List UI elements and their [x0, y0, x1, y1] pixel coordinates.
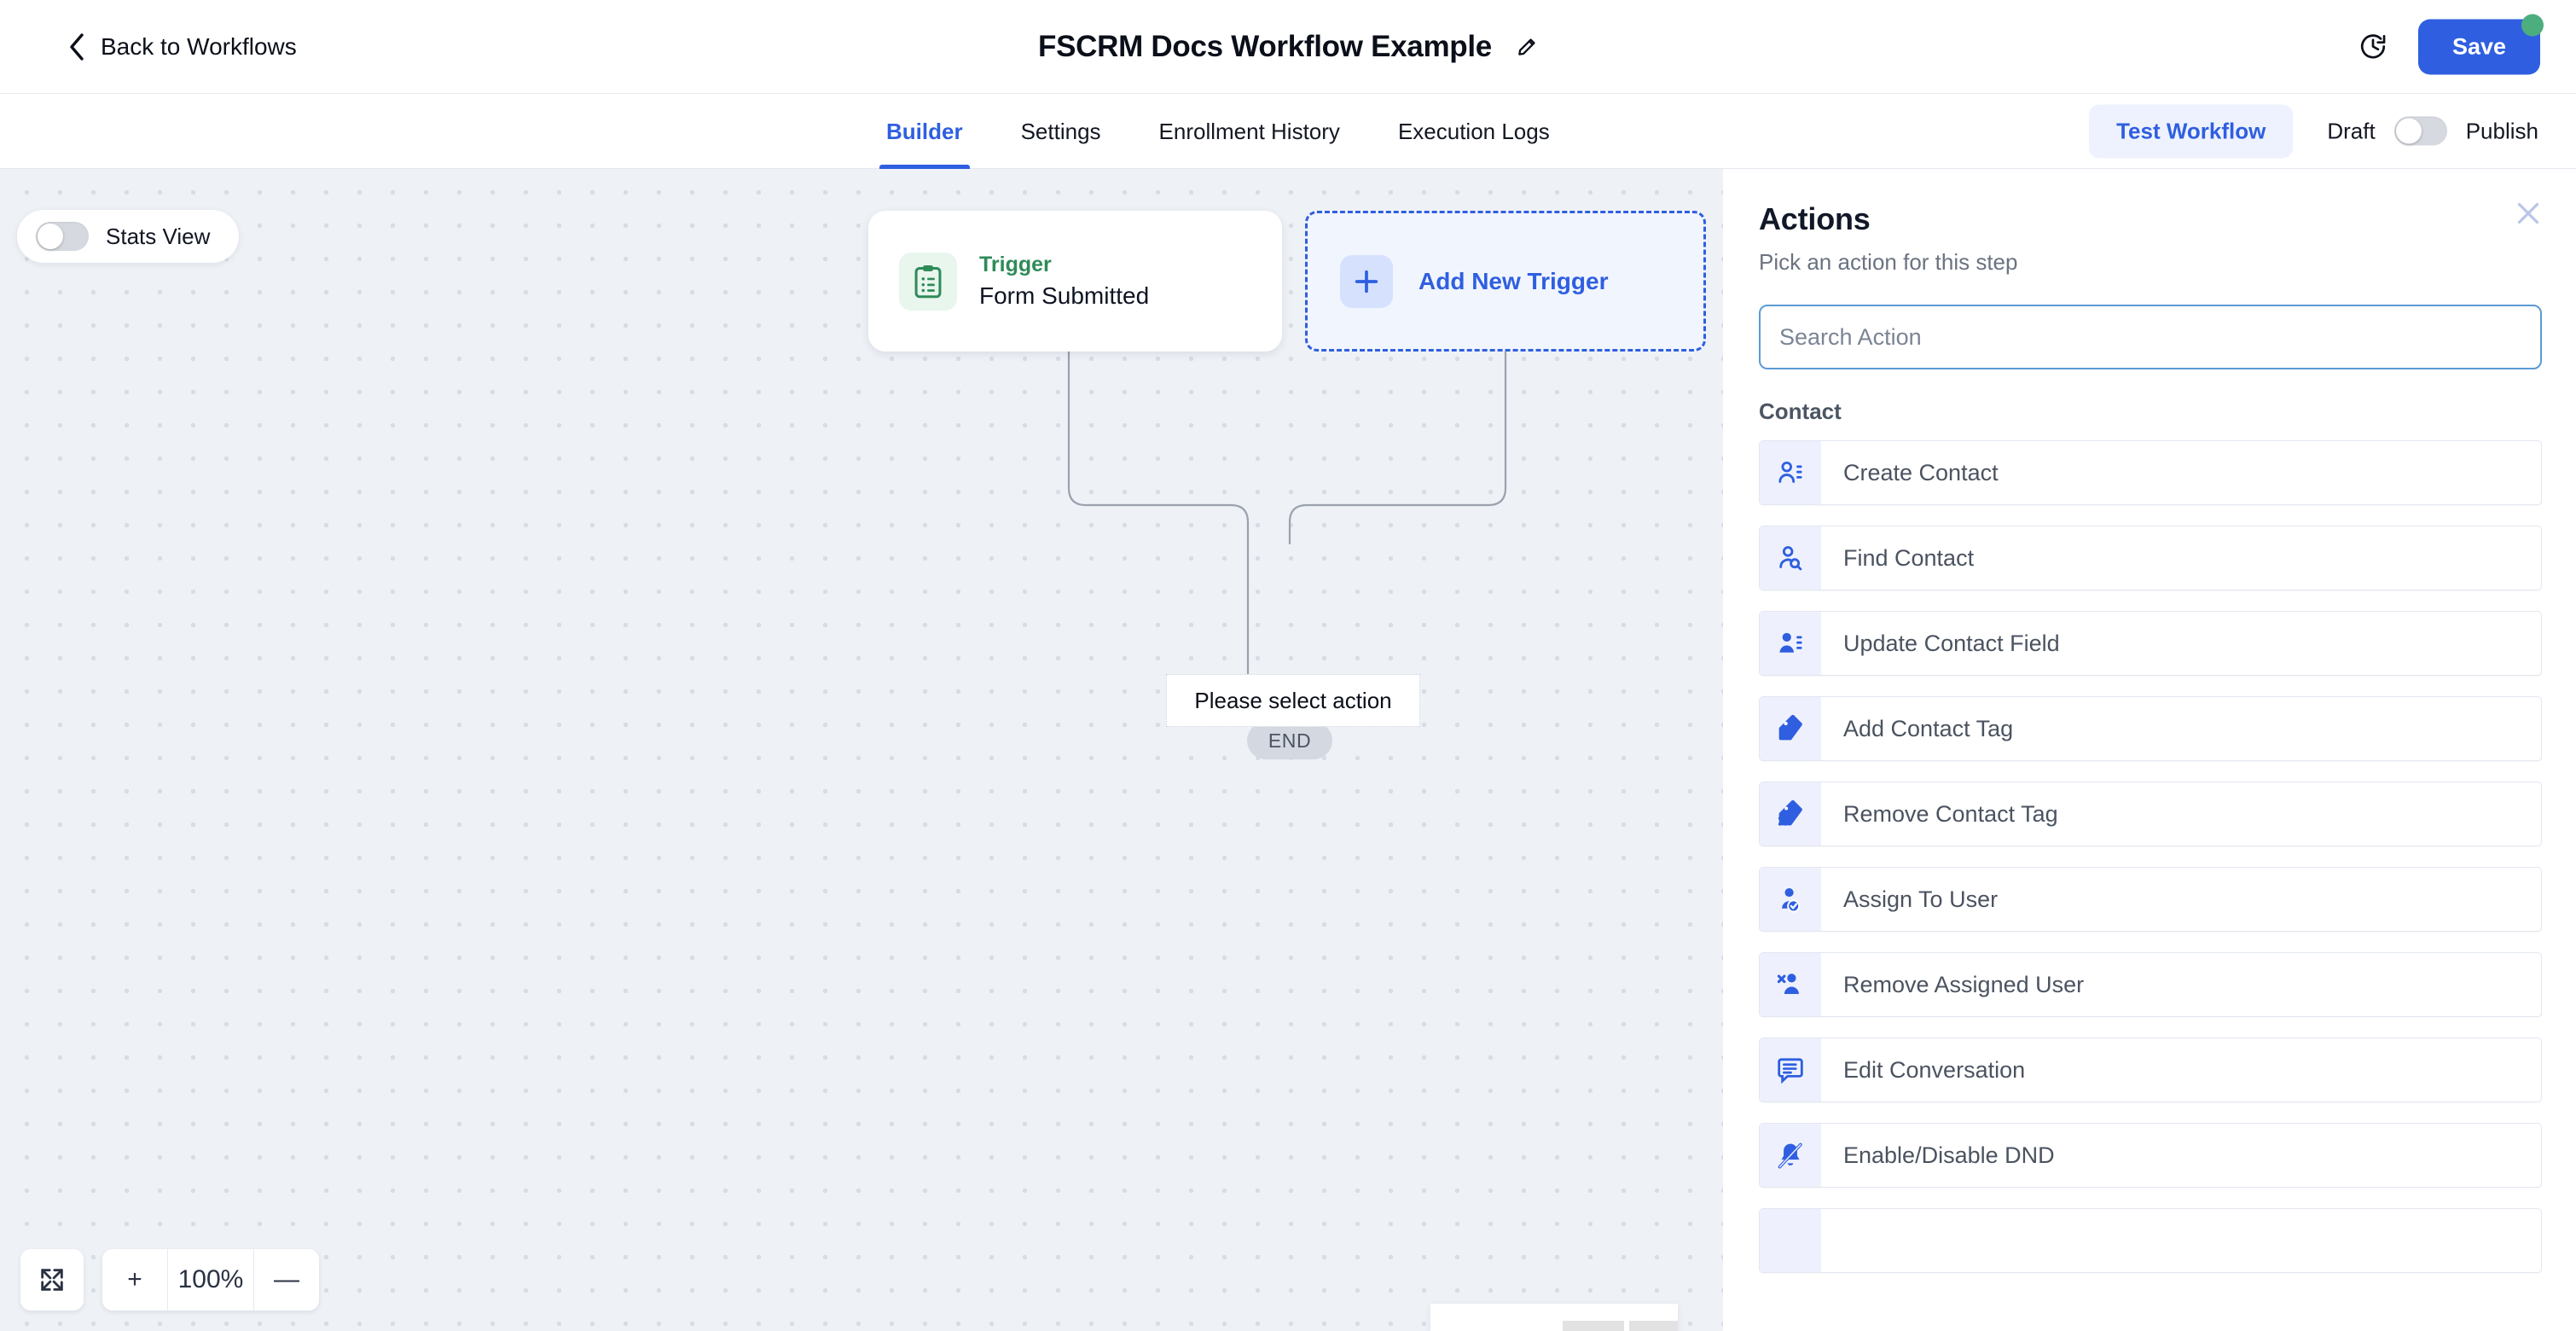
actions-panel: Actions Pick an action for this step Con…	[1723, 169, 2576, 1331]
action-item-label: Find Contact	[1843, 544, 1975, 571]
zoom-level-label: 100%	[167, 1249, 254, 1311]
tab-enrollment-history[interactable]: Enrollment History	[1130, 94, 1369, 169]
header-actions: Save	[2358, 14, 2544, 74]
action-item-label: Remove Assigned User	[1843, 971, 2085, 997]
action-item-find-contact[interactable]: Find Contact	[1759, 526, 2542, 590]
test-workflow-button[interactable]: Test Workflow	[2089, 104, 2294, 158]
action-item-update-contact-field[interactable]: Update Contact Field	[1759, 611, 2542, 676]
back-to-workflows-label: Back to Workflows	[101, 32, 297, 60]
action-item-remove-contact-tag[interactable]: Remove Contact Tag	[1759, 782, 2542, 846]
select-action-tooltip: Please select action	[1166, 674, 1420, 727]
trigger-texts: Trigger Form Submitted	[979, 253, 1149, 310]
action-item-label: Add Contact Tag	[1843, 715, 2014, 741]
action-item-label: Assign To User	[1843, 886, 1999, 912]
search-action-wrap	[1723, 276, 2576, 369]
chat-edit-icon	[1760, 1038, 1821, 1101]
top-header: Back to Workflows FSCRM Docs Workflow Ex…	[0, 0, 2576, 94]
zoom-level-group: + 100% —	[102, 1249, 319, 1311]
action-item-add-contact-tag[interactable]: Add Contact Tag	[1759, 696, 2542, 761]
add-new-trigger-label: Add New Trigger	[1419, 267, 1609, 294]
action-item-label: Enable/Disable DND	[1843, 1142, 2055, 1168]
tab-list: Builder Settings Enrollment History Exec…	[857, 94, 1579, 169]
trigger-name-label: Form Submitted	[979, 282, 1150, 309]
tab-bar-actions: Test Workflow Draft Publish	[2089, 104, 2538, 158]
person-remove-icon	[1760, 953, 1821, 1016]
trigger-kind-label: Trigger	[979, 253, 1052, 276]
minimap-viewport	[1438, 1312, 1678, 1331]
action-item-assign-to-user[interactable]: Assign To User	[1759, 867, 2542, 932]
workflow-title-block: FSCRM Docs Workflow Example	[1038, 30, 1538, 64]
canvas-minimap[interactable]	[1430, 1304, 1678, 1331]
workflow-canvas[interactable]: Stats View Trigger Form Submitted Add Ne…	[0, 169, 1723, 1331]
add-trigger-plus-box	[1340, 254, 1393, 308]
action-item-label	[1821, 1209, 1843, 1272]
tag-remove-icon	[1760, 782, 1821, 846]
publish-toggle-knob	[2395, 118, 2422, 144]
tab-settings[interactable]: Settings	[992, 94, 1130, 169]
person-edit-icon	[1760, 612, 1821, 675]
person-check-icon	[1760, 868, 1821, 931]
pencil-icon[interactable]	[1516, 36, 1538, 58]
zoom-in-button[interactable]: +	[102, 1249, 167, 1311]
plus-icon	[1355, 270, 1378, 293]
add-new-trigger-node[interactable]: Add New Trigger	[1305, 211, 1706, 352]
action-group-label: Contact	[1759, 398, 1842, 424]
end-node: END	[1247, 722, 1332, 759]
save-button-wrap: Save	[2417, 14, 2544, 74]
close-icon[interactable]	[2513, 198, 2544, 229]
unsaved-changes-badge	[2521, 14, 2544, 36]
search-action-input[interactable]	[1759, 305, 2542, 369]
action-item-label: Create Contact	[1843, 459, 1999, 485]
partial-item-icon	[1760, 1209, 1821, 1272]
actions-panel-subtitle: Pick an action for this step	[1759, 249, 2018, 275]
tab-bar: Builder Settings Enrollment History Exec…	[0, 94, 2576, 169]
tab-builder[interactable]: Builder	[857, 94, 992, 169]
person-add-icon	[1760, 441, 1821, 504]
stats-view-toggle[interactable]: Stats View	[17, 210, 240, 263]
trigger-icon-box	[899, 252, 957, 311]
clock-history-icon[interactable]	[2358, 32, 2387, 61]
zoom-out-button[interactable]: —	[254, 1249, 319, 1311]
clipboard-form-icon	[914, 264, 942, 298]
publish-toggle[interactable]	[2393, 116, 2447, 146]
back-to-workflows-link[interactable]: Back to Workflows	[68, 33, 297, 61]
stats-view-label: Stats View	[106, 223, 211, 249]
person-search-icon	[1760, 526, 1821, 590]
publish-label: Publish	[2465, 118, 2538, 143]
actions-panel-header: Actions Pick an action for this step	[1723, 169, 2576, 276]
action-item-label: Update Contact Field	[1843, 630, 2060, 656]
fit-screen-icon	[41, 1269, 63, 1291]
trigger-node[interactable]: Trigger Form Submitted	[868, 211, 1282, 352]
action-list: Create Contact Find Contact Update Conta…	[1723, 425, 2576, 1273]
stats-view-knob	[38, 224, 63, 249]
bell-slash-icon	[1760, 1124, 1821, 1187]
tag-icon	[1760, 697, 1821, 760]
action-item-label: Remove Contact Tag	[1843, 800, 2058, 827]
action-item-label: Edit Conversation	[1843, 1056, 2026, 1083]
action-item-edit-conversation[interactable]: Edit Conversation	[1759, 1037, 2542, 1102]
publish-toggle-group: Draft Publish	[2327, 116, 2538, 146]
minimap-node	[1629, 1321, 1678, 1331]
zoom-controls: + 100% —	[20, 1249, 319, 1311]
actions-panel-title: Actions	[1759, 201, 1871, 236]
stats-view-switch[interactable]	[36, 222, 89, 251]
minimap-node	[1563, 1321, 1624, 1331]
action-item-enable-disable-dnd[interactable]: Enable/Disable DND	[1759, 1123, 2542, 1188]
action-item-create-contact[interactable]: Create Contact	[1759, 440, 2542, 505]
draft-label: Draft	[2327, 118, 2376, 143]
chevron-left-icon	[70, 32, 84, 61]
page-title: FSCRM Docs Workflow Example	[1038, 29, 1492, 63]
action-item-remove-assigned-user[interactable]: Remove Assigned User	[1759, 952, 2542, 1017]
tab-execution-logs[interactable]: Execution Logs	[1369, 94, 1579, 169]
fit-to-screen-button[interactable]	[20, 1249, 84, 1311]
action-item-partial[interactable]	[1759, 1208, 2542, 1273]
